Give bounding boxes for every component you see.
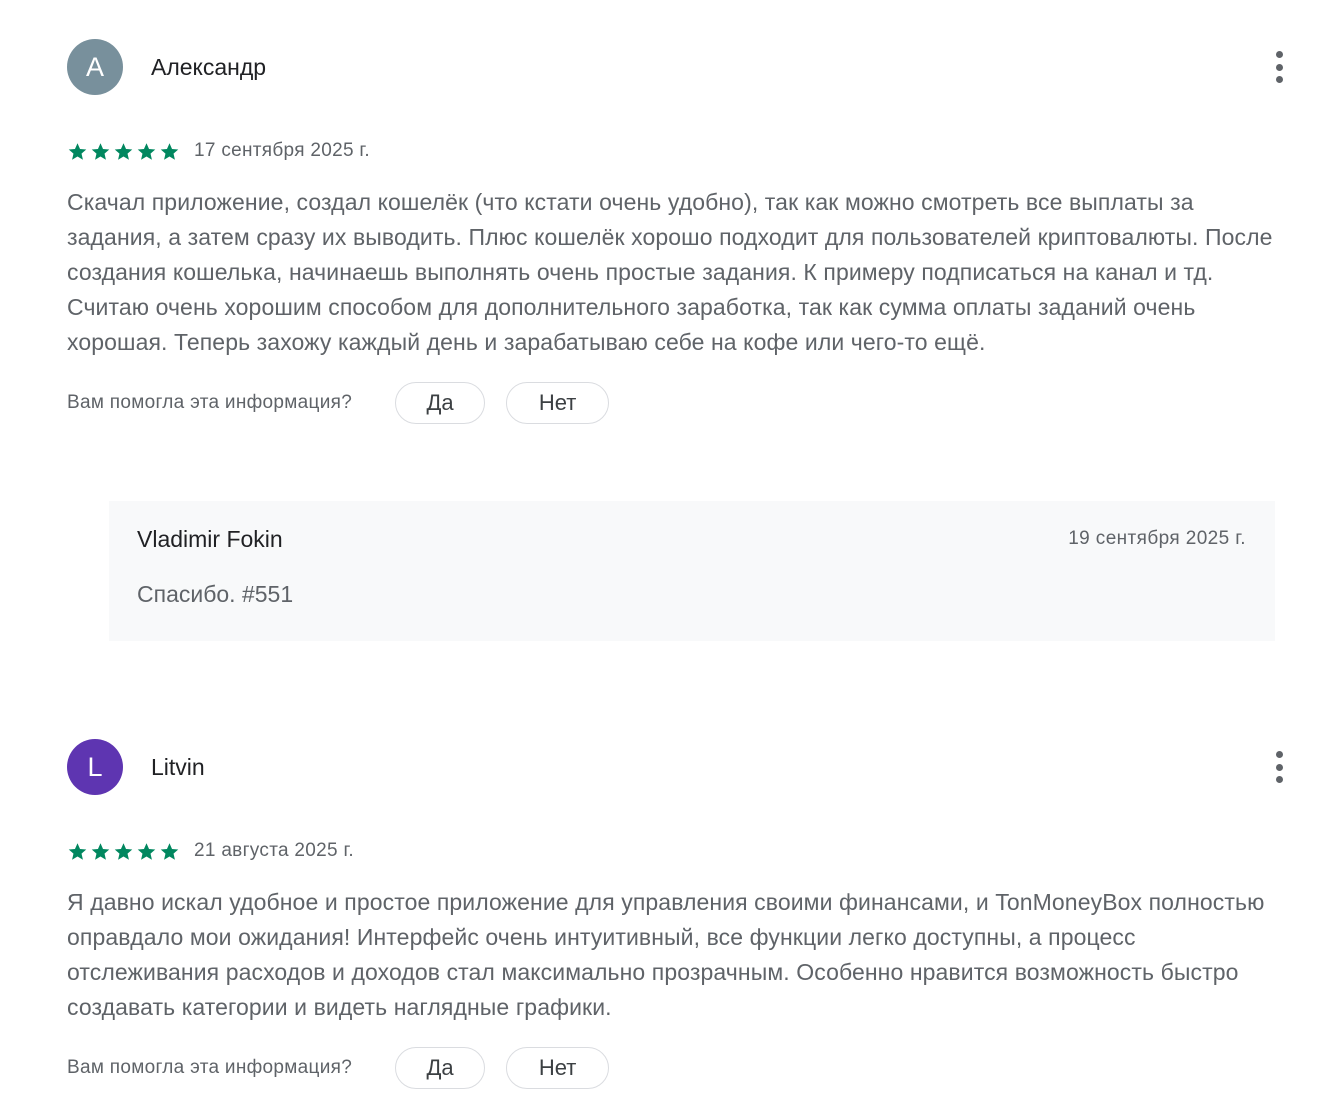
developer-reply: Vladimir Fokin 19 сентября 2025 г. Спаси… [109, 501, 1275, 641]
avatar: A [67, 39, 123, 95]
review-header: A Александр [67, 39, 1292, 95]
author-name: Александр [151, 53, 267, 80]
star-icon [91, 142, 110, 160]
reply-author: Vladimir Fokin [137, 525, 283, 552]
helpful-no-button[interactable]: Нет [506, 1047, 610, 1089]
star-rating [67, 141, 180, 162]
review-text: Я давно искал удобное и простое приложен… [67, 889, 1265, 1020]
reply-header: Vladimir Fokin 19 сентября 2025 г. [137, 525, 1246, 553]
review-date: 21 августа 2025 г. [194, 840, 354, 861]
star-icon [68, 842, 87, 860]
helpful-row: Вам помогла эта информация? Да Нет [67, 382, 1292, 424]
star-icon [68, 142, 87, 160]
helpful-row: Вам помогла эта информация? Да Нет [67, 1047, 1292, 1089]
review-card: L Litvin 21 августа 2025 г. Я давно иска… [67, 739, 1292, 1089]
avatar-letter: A [85, 51, 104, 82]
helpful-question: Вам помогла эта информация? [67, 1057, 353, 1078]
review-text: Скачал приложение, создал кошелёк (что к… [67, 189, 1273, 355]
star-icon [137, 842, 156, 860]
reply-date: 19 сентября 2025 г. [1068, 528, 1246, 549]
avatar-letter: L [87, 751, 103, 782]
star-icon [160, 842, 179, 860]
review-date: 17 сентября 2025 г. [194, 140, 370, 161]
more-vert-icon [1275, 51, 1283, 58]
helpful-yes-button[interactable]: Да [395, 382, 486, 424]
star-icon [91, 842, 110, 860]
star-icon [160, 142, 179, 160]
rating-row: 21 августа 2025 г. [67, 839, 1292, 863]
more-options-button[interactable] [1272, 51, 1286, 83]
reply-text: Спасибо. #551 [137, 581, 294, 607]
helpful-yes-button[interactable]: Да [395, 1047, 486, 1089]
author-name: Litvin [151, 753, 205, 780]
star-icon [114, 842, 133, 860]
review-header: L Litvin [67, 739, 1292, 795]
review-card: A Александр 17 сентября 2025 г. Скачал п… [67, 39, 1292, 424]
avatar: L [67, 739, 123, 795]
star-icon [137, 142, 156, 160]
star-rating [67, 841, 180, 862]
more-vert-icon [1275, 751, 1283, 758]
helpful-no-button[interactable]: Нет [506, 382, 610, 424]
more-options-button[interactable] [1272, 751, 1286, 783]
helpful-question: Вам помогла эта информация? [67, 392, 353, 413]
rating-row: 17 сентября 2025 г. [67, 139, 1292, 163]
star-icon [114, 142, 133, 160]
